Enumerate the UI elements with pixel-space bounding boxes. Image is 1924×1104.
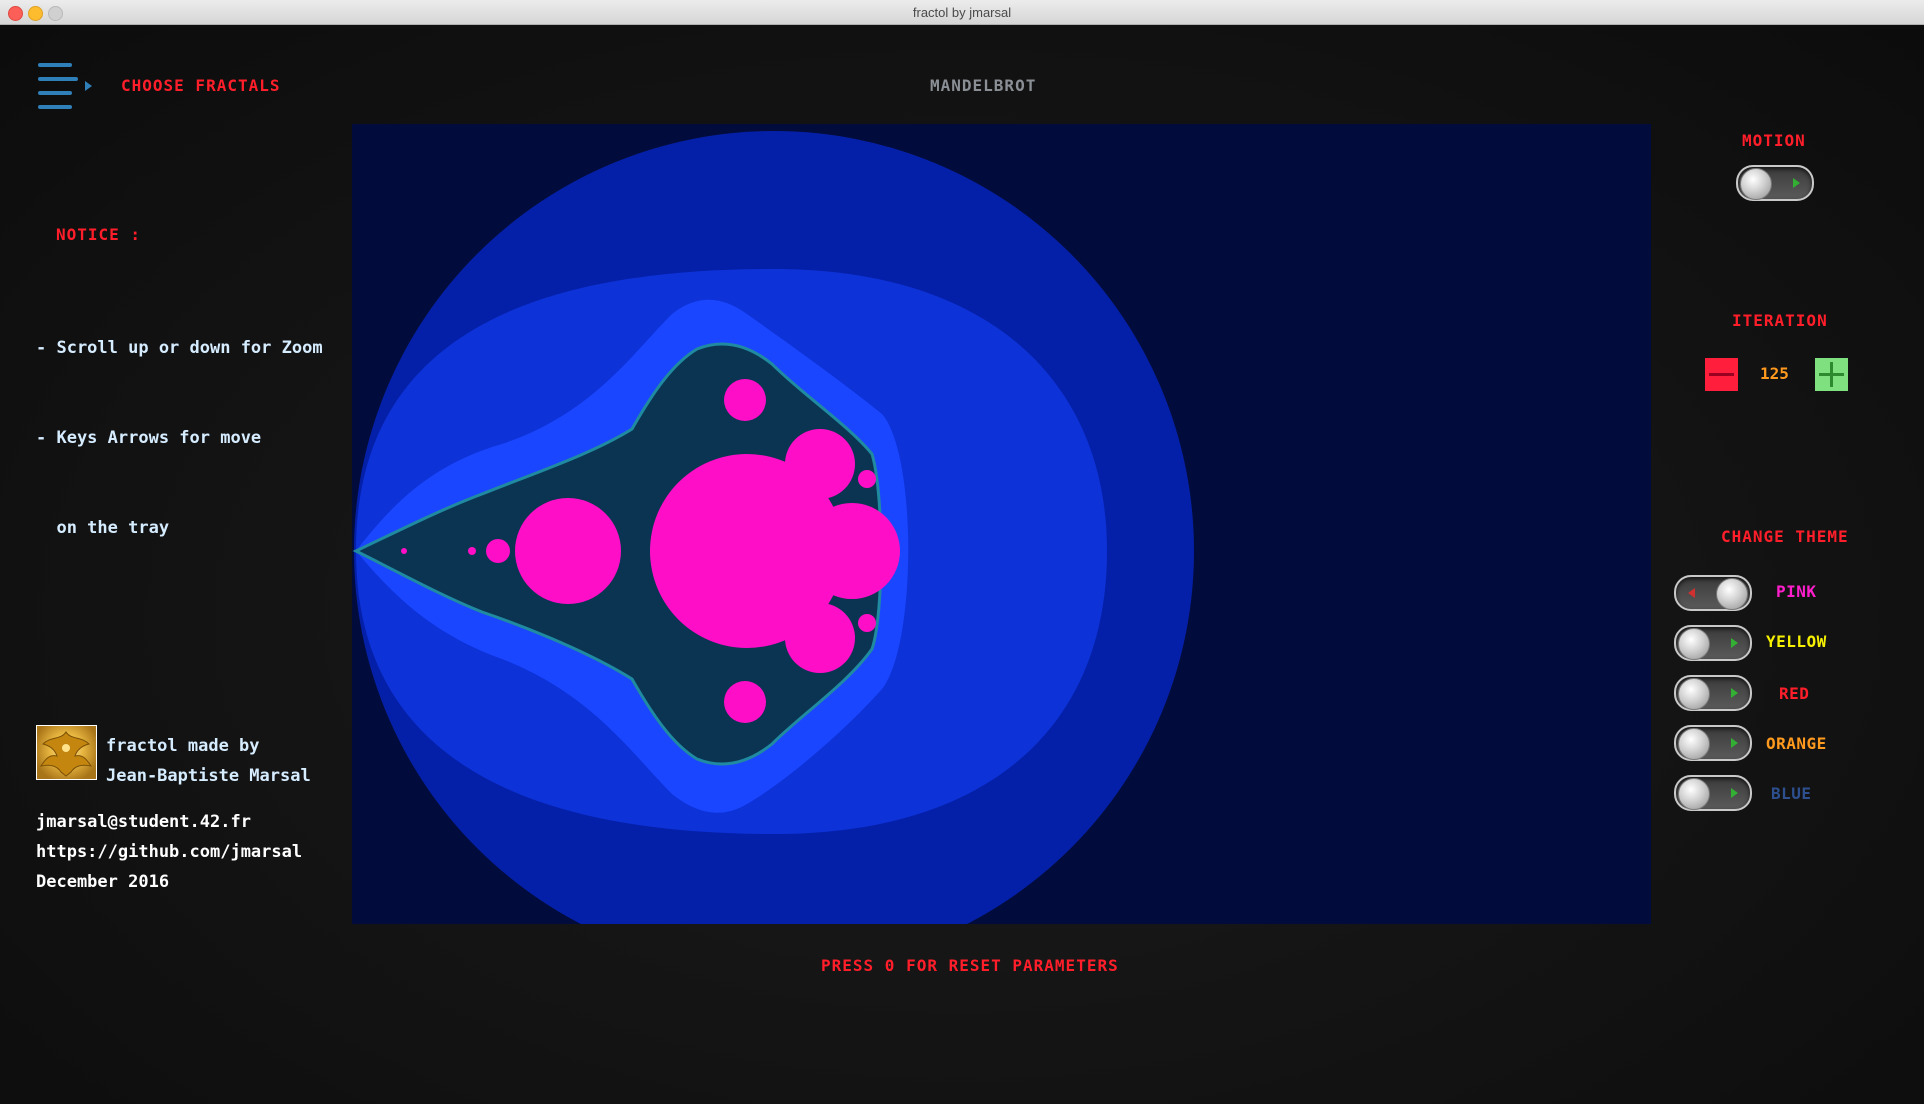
upper-bulb xyxy=(724,379,766,421)
release-date: December 2016 xyxy=(36,872,170,892)
toggle-knob-icon xyxy=(1678,728,1710,760)
chevron-right-icon xyxy=(85,81,92,91)
toggle-knob-icon xyxy=(1678,628,1710,660)
toggle-knob-icon xyxy=(1678,778,1710,810)
iteration-label: ITERATION xyxy=(1732,311,1828,330)
minus-icon xyxy=(1709,373,1734,376)
theme-label-yellow: YELLOW xyxy=(1766,632,1827,651)
notice-text: - Scroll up or down for Zoom - Keys Arro… xyxy=(36,273,323,603)
decrease-iteration-button[interactable] xyxy=(1705,358,1738,391)
author-github: https://github.com/jmarsal xyxy=(36,842,303,862)
menu-hamburger-button[interactable] xyxy=(38,63,98,111)
theme-toggle-yellow[interactable] xyxy=(1674,625,1752,661)
toggle-indicator-icon xyxy=(1793,178,1800,188)
credits: fractol made by Jean-Baptiste Marsal xyxy=(106,731,311,791)
author-name: Jean-Baptiste Marsal xyxy=(106,766,311,786)
theme-toggle-red[interactable] xyxy=(1674,675,1752,711)
reset-hint: PRESS 0 FOR RESET PARAMETERS xyxy=(821,956,1119,975)
theme-label-blue: BLUE xyxy=(1771,784,1812,803)
window-titlebar: fractol by jmarsal xyxy=(0,0,1924,25)
notice-line: - Scroll up or down for Zoom xyxy=(36,338,323,358)
notice-line: - Keys Arrows for move xyxy=(36,428,262,448)
iteration-value: 125 xyxy=(1760,364,1789,383)
toggle-indicator-icon xyxy=(1731,738,1738,748)
toggle-indicator-icon xyxy=(1731,788,1738,798)
menu-bar-icon xyxy=(38,77,78,81)
increase-iteration-button[interactable] xyxy=(1815,358,1848,391)
author-email: jmarsal@student.42.fr xyxy=(36,812,251,832)
toggle-indicator-icon xyxy=(1731,688,1738,698)
change-theme-label: CHANGE THEME xyxy=(1721,527,1849,546)
toggle-knob-icon xyxy=(1678,678,1710,710)
phoenix-icon xyxy=(39,731,93,777)
theme-toggle-orange[interactable] xyxy=(1674,725,1752,761)
choose-fractals-button[interactable]: CHOOSE FRACTALS xyxy=(121,76,281,95)
toggle-knob-icon xyxy=(1740,168,1772,200)
theme-toggle-blue[interactable] xyxy=(1674,775,1752,811)
theme-label-orange: ORANGE xyxy=(1766,734,1827,753)
toggle-knob-icon xyxy=(1716,578,1748,610)
window-title: fractol by jmarsal xyxy=(912,5,1012,20)
notice-title: NOTICE : xyxy=(56,225,142,244)
motion-toggle[interactable] xyxy=(1736,165,1814,201)
menu-bar-icon xyxy=(38,91,72,95)
theme-toggle-pink[interactable] xyxy=(1674,575,1752,611)
theme-label-pink: PINK xyxy=(1776,582,1817,601)
theme-label-red: RED xyxy=(1779,684,1810,703)
menu-bar-icon xyxy=(38,105,72,109)
notice-line: on the tray xyxy=(36,518,170,538)
author-avatar xyxy=(36,725,97,780)
mandelbrot-render xyxy=(352,124,1651,924)
fractal-title: MANDELBROT xyxy=(930,76,1037,95)
app-area: CHOOSE FRACTALS MANDELBROT NOTICE : - Sc… xyxy=(0,25,1924,1104)
fractal-canvas[interactable] xyxy=(352,124,1651,924)
contact-info: jmarsal@student.42.fr https://github.com… xyxy=(36,807,302,897)
lower-bulb xyxy=(724,681,766,723)
motion-label: MOTION xyxy=(1742,131,1806,150)
period-2-bulb xyxy=(515,498,621,604)
toggle-indicator-icon xyxy=(1688,588,1695,598)
toggle-indicator-icon xyxy=(1731,638,1738,648)
menu-bar-icon xyxy=(38,63,72,67)
credits-line: fractol made by xyxy=(106,736,260,756)
